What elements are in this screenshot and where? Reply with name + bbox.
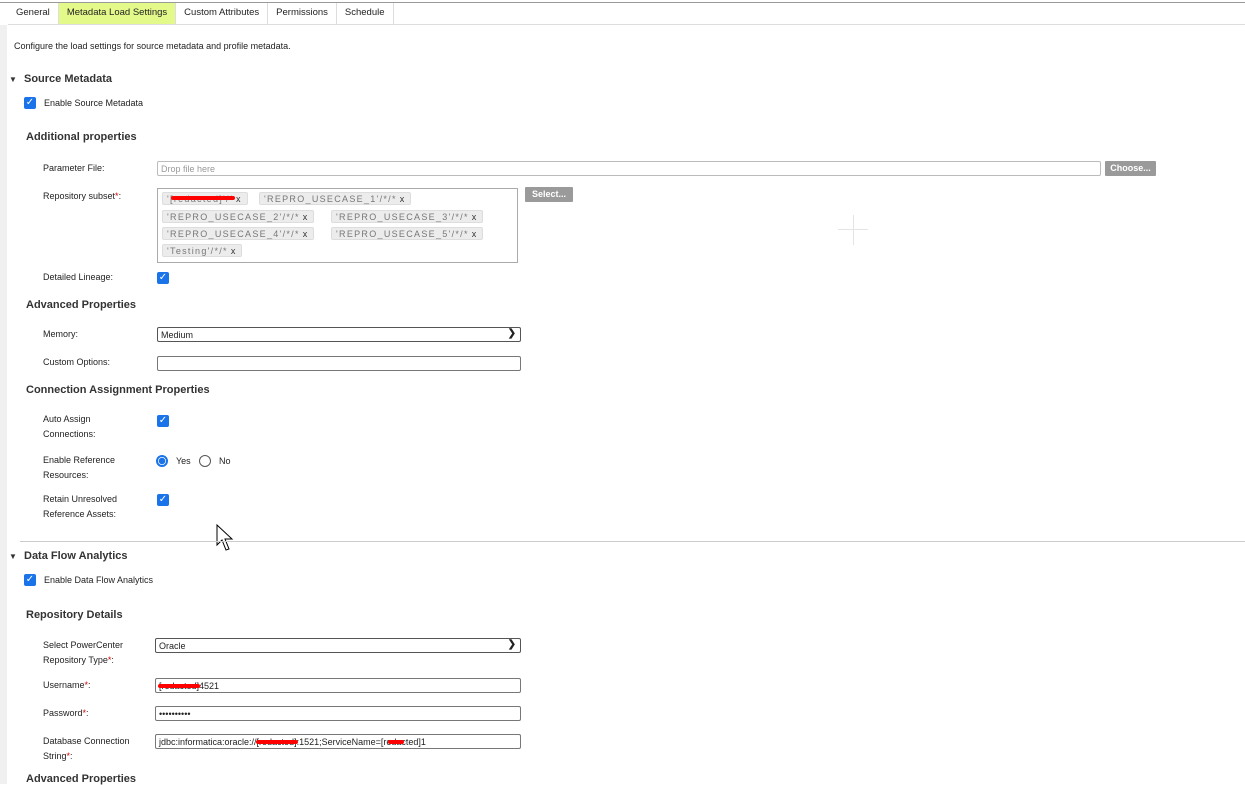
tab-custom-attributes[interactable]: Custom Attributes <box>176 3 269 24</box>
radio-no-label: No <box>219 456 231 466</box>
section-title-source-metadata: Source Metadata <box>24 73 113 85</box>
redaction-mark <box>158 684 200 688</box>
username-label: Username*: <box>43 680 91 690</box>
crosshair-icon-vertical <box>853 215 854 245</box>
enable-data-flow-label: Enable Data Flow Analytics <box>44 575 154 585</box>
enable-data-flow-checkbox[interactable]: ✓ <box>24 574 36 586</box>
chip-label: 'Testing'/*/* <box>167 246 228 256</box>
chip-label: 'REPRO_USECASE_1'/*/* <box>264 194 397 204</box>
required-marker: * <box>66 751 71 761</box>
required-marker: * <box>84 680 89 690</box>
repo-type-label: Select PowerCenter Repository Type*: <box>43 640 124 665</box>
detailed-lineage-checkbox[interactable]: ✓ <box>157 272 169 284</box>
connection-string-label: Database Connection String*: <box>43 736 130 761</box>
tab-general[interactable]: General <box>8 3 59 24</box>
chip-remove-icon[interactable]: x <box>236 194 242 204</box>
radio-yes-label: Yes <box>176 456 191 466</box>
mouse-cursor-icon <box>216 524 234 551</box>
advanced-properties-title-2: Advanced Properties <box>26 773 137 785</box>
collapse-triangle-icon[interactable]: ▼ <box>9 552 17 561</box>
required-marker: * <box>82 708 87 718</box>
section-divider <box>20 541 1245 542</box>
username-label-text: Username <box>43 680 85 690</box>
tab-bar: General Metadata Load Settings Custom At… <box>8 3 1245 25</box>
detailed-lineage-label: Detailed Lineage: <box>43 272 114 282</box>
connection-assignment-title: Connection Assignment Properties <box>26 384 210 396</box>
subset-chip: 'REPRO_USECASE_3'/*/* x <box>331 210 483 223</box>
memory-select[interactable]: Medium ❯ <box>157 327 521 342</box>
choose-file-button[interactable]: Choose... <box>1105 161 1156 176</box>
chip-label: 'REPRO_USECASE_4'/*/* <box>167 229 300 239</box>
section-title-data-flow-analytics: Data Flow Analytics <box>24 550 128 562</box>
repository-subset-box[interactable]: '[redacted]'/*/*x 'REPRO_USECASE_1'/*/*x… <box>157 188 518 263</box>
required-marker: * <box>107 655 112 665</box>
chip-label: 'REPRO_USECASE_3'/*/* <box>336 212 469 222</box>
chip-remove-icon[interactable]: x <box>400 194 406 204</box>
memory-value: Medium <box>161 330 194 340</box>
subset-chip: 'Testing'/*/* x <box>162 244 242 257</box>
auto-assign-checkbox[interactable]: ✓ <box>157 415 169 427</box>
collapse-triangle-icon[interactable]: ▼ <box>9 75 17 84</box>
connection-string-input[interactable]: jdbc:informatica:oracle://[redacted]:152… <box>155 734 521 749</box>
password-label-text: Password <box>43 708 83 718</box>
left-gutter <box>0 25 7 784</box>
username-input[interactable]: [redacted]4521 <box>155 678 521 693</box>
repo-type-value: Oracle <box>159 641 186 651</box>
parameter-file-label: Parameter File: <box>43 163 105 173</box>
repository-details-title: Repository Details <box>26 609 123 621</box>
subset-chip: '[redacted]'/*/*x <box>162 192 248 205</box>
chip-remove-icon[interactable]: x <box>303 229 309 239</box>
tab-permissions[interactable]: Permissions <box>268 3 337 24</box>
subset-chip: 'REPRO_USECASE_5'/*/* x <box>331 227 483 240</box>
advanced-properties-title: Advanced Properties <box>26 299 137 311</box>
repo-type-label-text: Select PowerCenter Repository Type <box>43 640 124 665</box>
tab-metadata-load-settings[interactable]: Metadata Load Settings <box>58 3 177 24</box>
subset-chip: 'REPRO_USECASE_1'/*/* x <box>259 192 411 205</box>
password-label: Password*: <box>43 708 89 718</box>
retain-unresolved-checkbox[interactable]: ✓ <box>157 494 169 506</box>
radio-yes[interactable] <box>156 455 168 467</box>
enable-reference-label: Enable Reference Resources: <box>43 455 116 480</box>
subset-chip: 'REPRO_USECASE_2'/*/* x <box>162 210 314 223</box>
repo-type-select[interactable]: Oracle ❯ <box>155 638 521 653</box>
required-marker: * <box>115 191 119 201</box>
repository-subset-label: Repository subset*: <box>43 191 122 201</box>
subset-chip: 'REPRO_USECASE_4'/*/* x <box>162 227 314 240</box>
repository-subset-label-text: Repository subset <box>43 191 116 201</box>
chip-remove-icon[interactable]: x <box>303 212 309 222</box>
auto-assign-label: Auto Assign Connections: <box>43 414 96 439</box>
retain-unresolved-label: Retain Unresolved Reference Assets: <box>43 494 118 519</box>
enable-source-metadata-label: Enable Source Metadata <box>44 98 144 108</box>
chip-remove-icon[interactable]: x <box>472 229 478 239</box>
chevron-down-icon: ❯ <box>507 639 516 650</box>
redaction-mark <box>256 740 298 744</box>
chip-remove-icon[interactable]: x <box>472 212 478 222</box>
password-input[interactable]: •••••••••• <box>155 706 521 721</box>
chip-remove-icon[interactable]: x <box>231 246 237 256</box>
custom-options-label: Custom Options: <box>43 357 111 367</box>
memory-label: Memory: <box>43 329 79 339</box>
connection-string-label-text: Database Connection String <box>43 736 130 761</box>
tab-schedule[interactable]: Schedule <box>337 3 394 24</box>
custom-options-input[interactable] <box>157 356 521 371</box>
redaction-mark <box>171 196 235 200</box>
chip-label: 'REPRO_USECASE_2'/*/* <box>167 212 300 222</box>
select-subset-button[interactable]: Select... <box>525 187 573 202</box>
page-description: Configure the load settings for source m… <box>14 41 291 51</box>
chip-label: 'REPRO_USECASE_5'/*/* <box>336 229 469 239</box>
parameter-file-dropzone[interactable]: Drop file here <box>157 161 1101 176</box>
chevron-down-icon: ❯ <box>507 328 516 339</box>
additional-properties-title: Additional properties <box>26 131 137 143</box>
redaction-mark <box>388 740 404 744</box>
enable-source-metadata-checkbox[interactable]: ✓ <box>24 97 36 109</box>
radio-no[interactable] <box>199 455 211 467</box>
